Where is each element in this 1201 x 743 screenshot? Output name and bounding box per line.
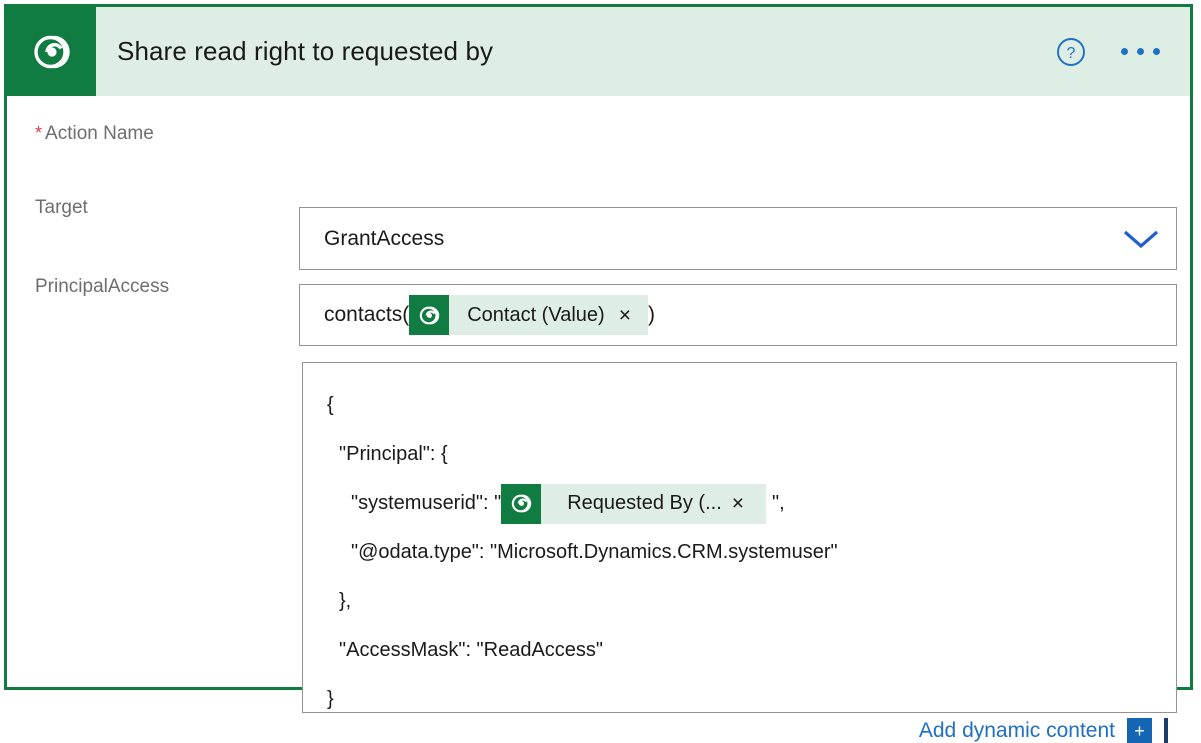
card-body: * Action Name GrantAccess Target contacts… — [7, 96, 1190, 743]
code-line: "@odata.type": "Microsoft.Dynamics.CRM.s… — [351, 541, 838, 563]
action-name-dropdown[interactable]: GrantAccess — [299, 207, 1177, 270]
close-icon[interactable]: × — [619, 305, 648, 326]
cds-logo-icon — [409, 295, 450, 335]
add-dynamic-content-button[interactable]: Add dynamic content + — [919, 718, 1168, 743]
plus-icon[interactable]: + — [1127, 718, 1152, 743]
ellipsis-dot — [1121, 48, 1128, 55]
principal-access-label: PrincipalAccess — [35, 276, 170, 297]
close-icon[interactable]: × — [732, 493, 766, 514]
action-name-value[interactable]: GrantAccess — [300, 227, 1106, 251]
code-line-with-token: "systemuserid": " Requested By (... × ", — [303, 479, 1176, 528]
cds-logo-glyph — [419, 306, 439, 324]
principal-access-textarea[interactable]: { "Principal": { "systemuserid": " Reque… — [302, 362, 1177, 713]
code-line: } — [327, 688, 334, 710]
code-text-after: ", — [772, 492, 785, 514]
action-card: Share read right to requested by ? * Acti… — [4, 4, 1193, 743]
cds-logo-icon — [501, 483, 542, 524]
text-caret — [1164, 718, 1168, 743]
cds-logo-icon — [33, 35, 70, 68]
code-line: "Principal": { — [339, 443, 448, 465]
code-line: { — [327, 394, 334, 416]
chevron-down-glyph — [1123, 230, 1159, 248]
target-input[interactable]: contacts( Contact (Value) × ) — [299, 284, 1177, 346]
chevron-down-icon[interactable] — [1106, 208, 1176, 269]
token-label: Contact (Value) — [467, 303, 605, 326]
dynamic-content-token-requested-by[interactable]: Requested By (... × — [501, 483, 767, 524]
ellipsis-dot — [1153, 48, 1160, 55]
ellipsis-dot — [1137, 48, 1144, 55]
code-line: }, — [339, 590, 352, 612]
code-text-before: "systemuserid": " — [351, 492, 502, 514]
dynamic-content-token-contact[interactable]: Contact (Value) × — [409, 295, 648, 335]
add-dynamic-content-label: Add dynamic content — [918, 718, 1115, 742]
action-name-label: * Action Name — [35, 123, 154, 145]
token-label: Requested By (... — [567, 492, 722, 514]
header-actions: ? — [1056, 37, 1190, 67]
target-prefix: contacts( — [324, 303, 410, 326]
svg-text:?: ? — [1067, 45, 1076, 62]
code-line: "AccessMask": "ReadAccess" — [339, 639, 604, 661]
required-asterisk: * — [35, 123, 43, 143]
action-name-label-text: Action Name — [45, 123, 154, 144]
target-suffix: ) — [647, 303, 655, 326]
connector-logo — [7, 7, 96, 96]
ellipsis-menu-icon[interactable] — [1119, 42, 1162, 61]
cds-logo-glyph — [511, 494, 531, 513]
page-title: Share read right to requested by — [117, 36, 494, 66]
help-circle-icon[interactable]: ? — [1056, 37, 1086, 67]
card-header: Share read right to requested by ? — [7, 7, 1190, 96]
target-label: Target — [35, 197, 88, 218]
